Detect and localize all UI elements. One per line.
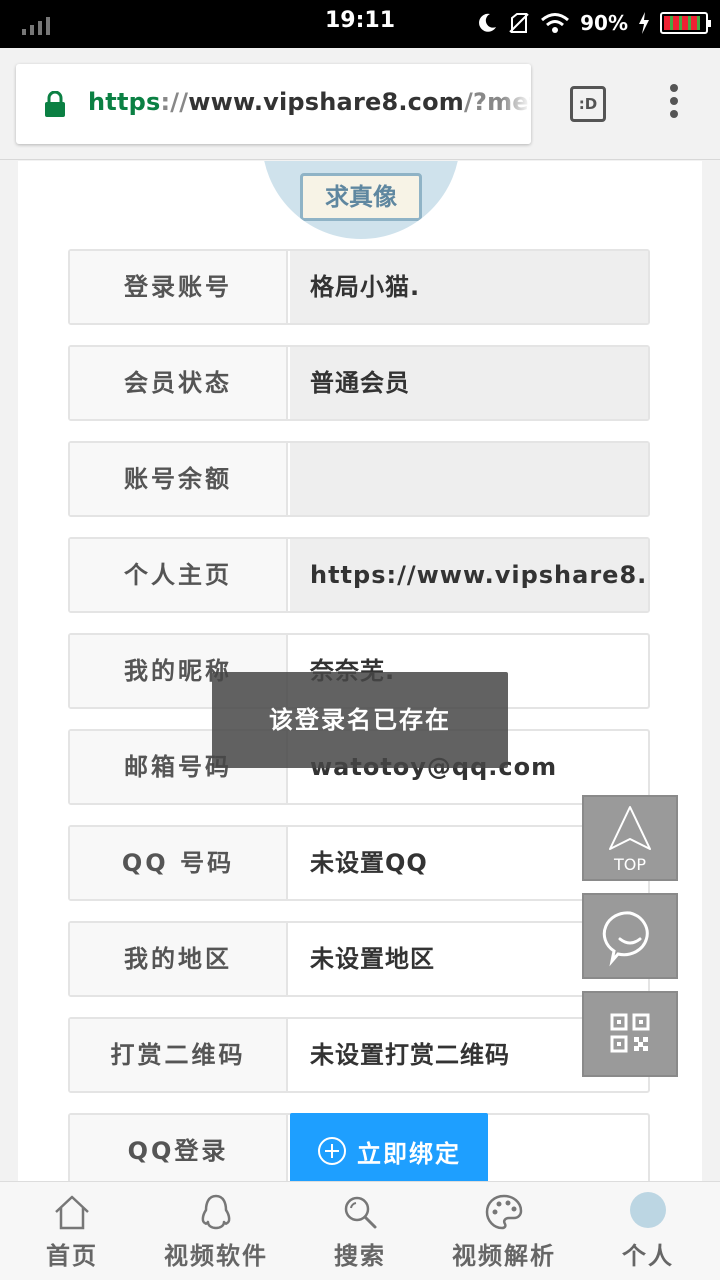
chat-button[interactable] — [582, 893, 678, 979]
charging-icon — [639, 12, 649, 34]
homepage-value: https://www.vipshare8.com — [290, 539, 648, 611]
avatar-icon — [630, 1192, 666, 1228]
nav-item-profile[interactable]: 个人 — [576, 1182, 720, 1280]
no-sim-icon — [509, 13, 529, 33]
field-label: 打赏二维码 — [70, 1019, 288, 1091]
status-bar: 19:11 90% — [0, 0, 720, 48]
field-label: 登录账号 — [70, 251, 288, 323]
url-separator: :// — [160, 88, 189, 116]
bind-qq-label: 立即绑定 — [357, 1139, 461, 1168]
chat-bubble-icon — [602, 911, 649, 967]
field-label: 个人主页 — [70, 539, 288, 611]
field-label: QQ 号码 — [70, 827, 288, 899]
nav-label: 视频软件 — [164, 1242, 268, 1270]
nav-item-search[interactable]: 搜索 — [288, 1182, 432, 1280]
field-balance: 账号余额 — [68, 441, 650, 517]
overflow-menu-button[interactable] — [664, 84, 684, 124]
home-icon — [55, 1195, 89, 1230]
wifi-icon — [541, 13, 570, 33]
menu-dot — [670, 97, 678, 105]
moon-icon — [479, 13, 497, 32]
qr-code-button[interactable] — [582, 991, 678, 1077]
menu-dot — [670, 84, 678, 92]
battery-fill — [664, 16, 700, 30]
nav-label: 首页 — [46, 1242, 98, 1270]
field-label: 账号余额 — [70, 443, 288, 515]
bind-qq-button[interactable]: 立即绑定 — [290, 1113, 488, 1181]
url-fade — [501, 64, 531, 144]
url-host: www.vipshare8.com — [188, 88, 465, 116]
login-account-value: 格局小猫. — [290, 251, 648, 323]
balance-value — [290, 443, 648, 515]
member-status-value: 普通会员 — [290, 347, 648, 419]
qr-code-icon — [610, 1013, 650, 1053]
back-to-top-button[interactable]: TOP — [582, 795, 678, 881]
field-homepage: 个人主页 https://www.vipshare8.com — [68, 537, 650, 613]
field-label: 会员状态 — [70, 347, 288, 419]
url-text: https://www.vipshare8.com/?meta&n — [88, 88, 531, 116]
nav-label: 视频解析 — [452, 1242, 556, 1270]
battery-icon — [660, 12, 711, 34]
address-bar[interactable]: https://www.vipshare8.com/?meta&n — [16, 64, 531, 144]
menu-dot — [670, 110, 678, 118]
arrow-up-icon — [609, 806, 651, 850]
nav-item-video-parse[interactable]: 视频解析 — [432, 1182, 576, 1280]
lock-icon — [45, 91, 65, 117]
field-login-account: 登录账号 格局小猫. — [68, 249, 650, 325]
nav-label: 搜索 — [334, 1242, 386, 1270]
field-label: 我的地区 — [70, 923, 288, 995]
tab-switcher-button[interactable]: :D — [570, 86, 606, 122]
field-qq-number: QQ 号码 未设置QQ — [68, 825, 650, 901]
field-reward-qr: 打赏二维码 未设置打赏二维码 — [68, 1017, 650, 1093]
field-label: QQ登录 — [70, 1115, 288, 1181]
search-icon — [344, 1196, 377, 1229]
bottom-navigation: 首页 视频软件 搜索 视频解析 个人 — [0, 1181, 720, 1280]
toast-message: 该登录名已存在 — [212, 672, 508, 768]
nav-label: 个人 — [622, 1242, 674, 1270]
qq-penguin-icon — [201, 1194, 231, 1230]
palette-icon — [485, 1194, 523, 1230]
plus-circle-icon — [318, 1137, 346, 1165]
nav-item-home[interactable]: 首页 — [0, 1182, 144, 1280]
nav-item-video-software[interactable]: 视频软件 — [144, 1182, 288, 1280]
field-region: 我的地区 未设置地区 — [68, 921, 650, 997]
avatar-banner: 求真像 — [300, 173, 422, 221]
field-qq-login: QQ登录 立即绑定 — [68, 1113, 650, 1181]
browser-toolbar: https://www.vipshare8.com/?meta&n :D — [0, 48, 720, 160]
field-member-status: 会员状态 普通会员 — [68, 345, 650, 421]
status-icons: 90% — [476, 8, 711, 38]
top-label: TOP — [613, 855, 646, 874]
url-scheme: https — [88, 88, 161, 116]
battery-percent: 90% — [580, 11, 628, 35]
